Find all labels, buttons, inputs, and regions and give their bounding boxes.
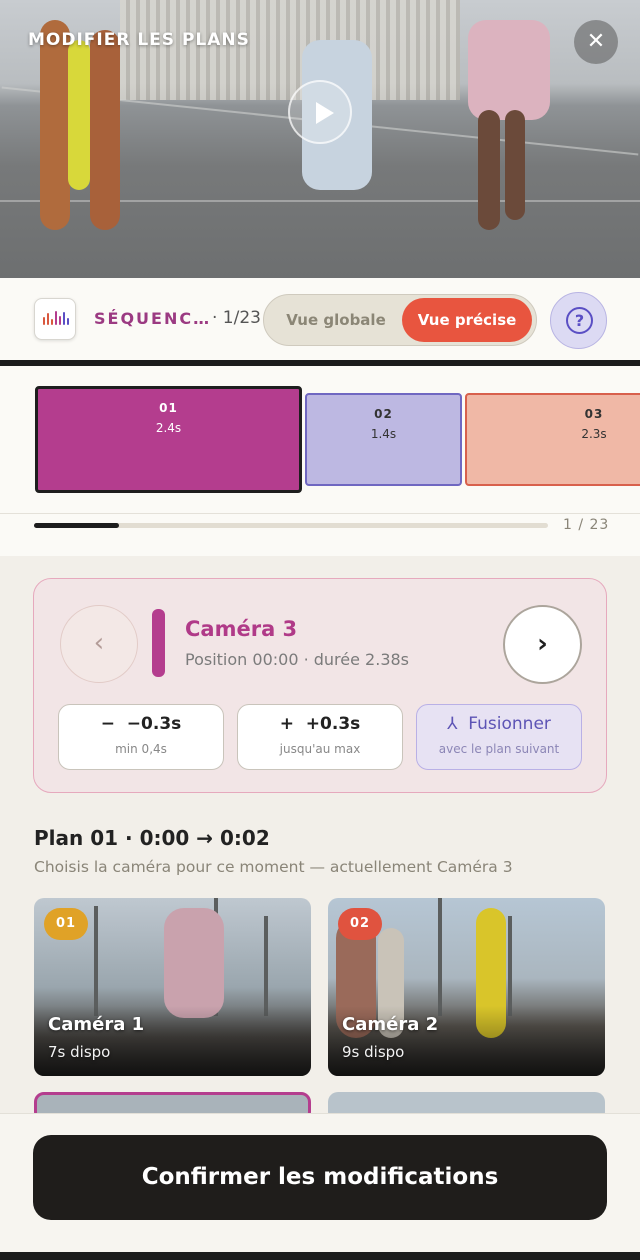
palm-tree <box>264 916 268 1016</box>
merge-button[interactable]: ⅄ Fusionner avec le plan suivant <box>416 704 582 770</box>
camera-position-duration: Position 00:00 · durée 2.38s <box>185 650 410 669</box>
skater-figure <box>164 908 224 1018</box>
clip-content: 03 2.3s <box>467 407 640 441</box>
view-global-button[interactable]: Vue globale <box>270 298 402 342</box>
clip-duration: 1.4s <box>370 427 397 441</box>
sequence-count: · 1/23 <box>212 308 261 328</box>
palm-tree <box>94 906 98 1016</box>
sequence-label: SÉQUENC… <box>94 309 212 328</box>
timeline-clip-01[interactable]: 01 2.4s <box>35 386 302 493</box>
plan-subtitle: Choisis la caméra pour ce moment — actue… <box>34 858 513 876</box>
skater-legs <box>478 110 500 230</box>
skater-legs <box>468 20 550 120</box>
timeline-scroll-thumb[interactable] <box>34 523 119 528</box>
camera-name: Caméra 1 <box>48 1014 145 1035</box>
page-title: MODIFIER LES PLANS <box>28 30 250 50</box>
skater-legs <box>90 30 120 230</box>
shorten-hint: min 0,4s <box>115 742 167 756</box>
extend-hint: jusqu'au max <box>279 742 361 756</box>
confirm-button[interactable]: Confirmer les modifications <box>33 1135 607 1220</box>
video-preview[interactable]: MODIFIER LES PLANS ✕ <box>0 0 640 278</box>
current-camera-card: ‹ Caméra 3 Position 00:00 · durée 2.38s … <box>33 578 607 793</box>
home-indicator-strip <box>0 1252 640 1260</box>
camera-availability: 9s dispo <box>342 1043 405 1061</box>
plan-heading: Plan 01 · 0:00 → 0:02 <box>34 826 270 850</box>
background-bleachers <box>120 0 460 100</box>
camera-color-marker <box>152 609 165 677</box>
clip-number: 03 <box>584 407 604 421</box>
view-mode-toggle: Vue globale Vue précise <box>263 294 537 346</box>
plus-icon: + <box>279 714 294 734</box>
play-icon[interactable] <box>288 80 352 144</box>
waveform-icon[interactable] <box>34 298 76 340</box>
extend-label: +0.3s <box>305 714 361 734</box>
timeline-scrollbar[interactable] <box>34 523 548 528</box>
plan-title-start: Plan 01 · 0:00 <box>34 826 190 850</box>
clip-duration: 2.4s <box>155 421 182 435</box>
shorten-button[interactable]: − −0.3s min 0,4s <box>58 704 224 770</box>
minus-icon: − <box>100 714 115 734</box>
clip-duration: 2.3s <box>581 427 607 441</box>
camera-badge: 02 <box>338 908 382 940</box>
camera-badge: 01 <box>44 908 88 940</box>
camera-title: Caméra 3 <box>185 617 298 641</box>
camera-availability: 7s dispo <box>48 1043 111 1061</box>
progress-label: 1 / 23 <box>563 517 610 533</box>
skater-legs <box>40 20 70 230</box>
shorten-label: −0.3s <box>126 714 182 734</box>
help-button[interactable]: ? <box>550 292 607 349</box>
skater-legs <box>68 40 90 190</box>
plan-title-end: 0:02 <box>220 826 270 850</box>
camera-option-2[interactable]: 02 Caméra 2 9s dispo <box>328 898 605 1076</box>
camera-option-1[interactable]: 01 Caméra 1 7s dispo <box>34 898 311 1076</box>
merge-icon: ⅄ <box>447 714 458 734</box>
camera-name: Caméra 2 <box>342 1014 439 1035</box>
palm-tree <box>438 898 442 1016</box>
view-precise-button[interactable]: Vue précise <box>402 298 532 342</box>
sequence-toolbar: SÉQUENC… · 1/23 Vue globale Vue précise … <box>0 278 640 362</box>
help-circle-icon: ? <box>566 307 593 334</box>
timeline-clip-02[interactable]: 02 1.4s <box>305 393 462 486</box>
skater-legs <box>505 110 525 220</box>
clip-timeline: 01 2.4s 02 1.4s 03 2.3s 1 / 23 <box>0 366 640 556</box>
merge-hint: avec le plan suivant <box>438 742 560 756</box>
clip-number: 01 <box>159 401 178 415</box>
timeline-clip-03[interactable]: 03 2.3s <box>465 393 640 486</box>
divider <box>0 513 640 514</box>
chevron-left-icon[interactable]: ‹ <box>60 605 138 683</box>
extend-button[interactable]: + +0.3s jusqu'au max <box>237 704 403 770</box>
palm-tree <box>508 916 512 1016</box>
chevron-right-icon[interactable]: › <box>503 605 582 684</box>
clip-number: 02 <box>374 407 393 421</box>
arrow-right-icon: → <box>196 826 214 850</box>
close-icon[interactable]: ✕ <box>574 20 618 64</box>
bottom-bar: Confirmer les modifications <box>0 1113 640 1253</box>
merge-label: Fusionner <box>468 714 551 734</box>
